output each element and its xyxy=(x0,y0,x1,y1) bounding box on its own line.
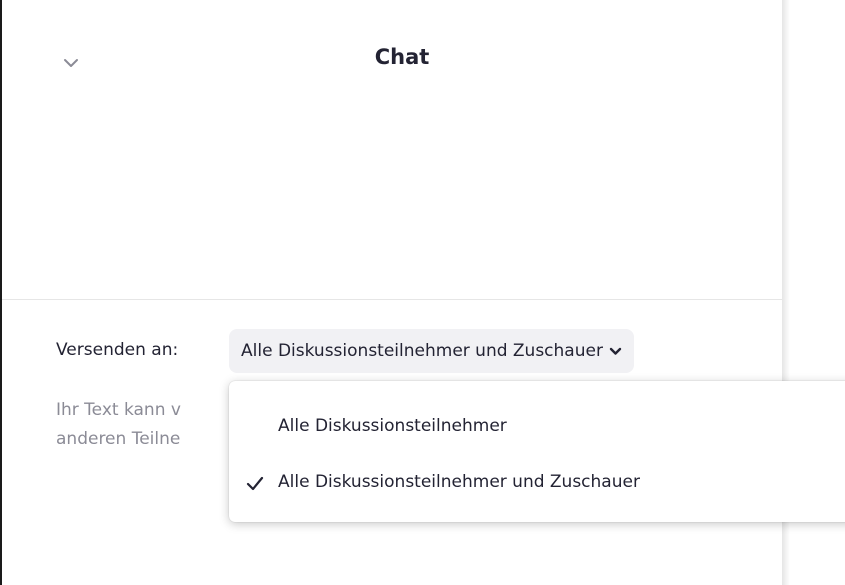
message-area-divider xyxy=(2,299,782,300)
menu-item-label: Alle Diskussionsteilnehmer xyxy=(278,416,507,436)
chevron-down-icon xyxy=(609,347,622,355)
menu-item-label: Alle Diskussionsteilnehmer und Zuschauer xyxy=(278,472,640,492)
menu-item-all-panelists-and-attendees[interactable]: Alle Diskussionsteilnehmer und Zuschauer xyxy=(229,462,845,502)
panel-title: Chat xyxy=(374,45,430,69)
chat-window: Chat Versenden an: Alle Diskussionsteiln… xyxy=(0,0,845,585)
send-to-label: Versenden an: xyxy=(56,340,179,360)
recipient-dropdown[interactable]: Alle Diskussionsteilnehmer und Zuschauer xyxy=(229,329,634,373)
recipient-value: Alle Diskussionsteilnehmer und Zuschauer xyxy=(241,341,603,361)
checkmark-icon xyxy=(246,476,264,491)
menu-item-all-panelists[interactable]: Alle Diskussionsteilnehmer xyxy=(229,406,845,446)
recipient-menu: Alle Diskussionsteilnehmer Alle Diskussi… xyxy=(229,381,845,522)
